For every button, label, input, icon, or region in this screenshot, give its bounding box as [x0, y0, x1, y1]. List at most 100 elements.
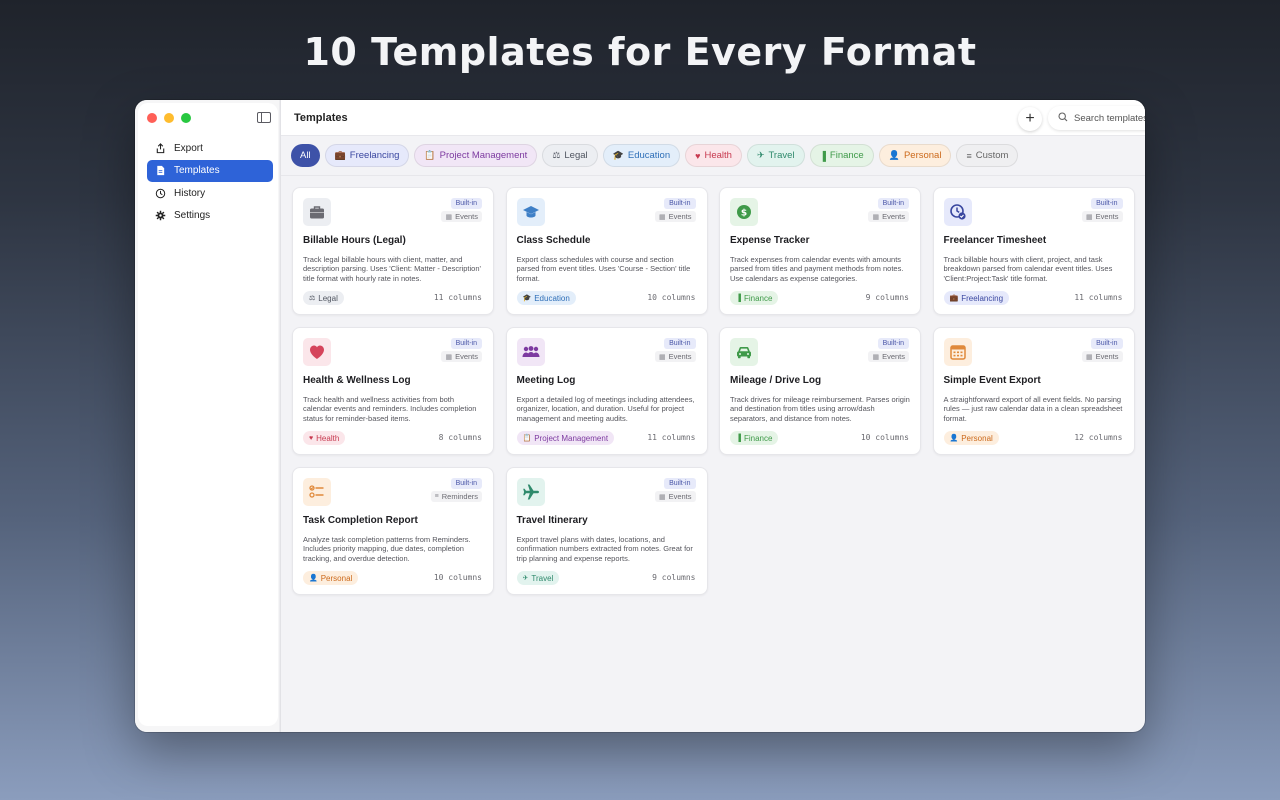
source-badge: ▦ Events: [441, 211, 482, 222]
filter-label: Personal: [903, 150, 942, 161]
card-title: Expense Tracker: [730, 235, 810, 246]
filter-chip-project-management[interactable]: 📋 Project Management: [414, 144, 538, 167]
sidebar-nav: Export Templates History Settings: [147, 137, 273, 227]
filter-icon: 👤: [888, 150, 900, 160]
column-count: 11 columns: [647, 433, 696, 442]
tag-label: Finance: [743, 293, 773, 303]
filter-chip-education[interactable]: 🎓 Education: [602, 144, 681, 167]
filter-label: Custom: [975, 150, 1009, 161]
category-tag: ✈ Travel: [516, 571, 560, 585]
filter-chip-legal[interactable]: ⚖ Legal: [542, 144, 598, 167]
close-window-button[interactable]: [147, 113, 157, 123]
filter-chip-freelancing[interactable]: 💼 Freelancing: [324, 144, 410, 167]
filter-chip-all[interactable]: All: [291, 144, 320, 167]
tag-icon: ▐: [736, 294, 741, 302]
sidebar-item-settings[interactable]: Settings: [147, 205, 273, 227]
search-input[interactable]: [1074, 112, 1145, 124]
filter-label: Freelancing: [349, 150, 400, 161]
minimize-window-button[interactable]: [164, 113, 174, 123]
card-description: Export travel plans with dates, location…: [516, 535, 693, 563]
column-count: 8 columns: [438, 433, 482, 442]
calendar-small-icon: ▦: [445, 213, 453, 221]
calendar-small-icon: ▦: [872, 213, 880, 221]
source-badge: ▦ Events: [654, 211, 696, 222]
template-card[interactable]: Built-in ▦ Events Mileage / Drive Log Track …: [719, 327, 921, 455]
filter-chip-health[interactable]: ♥ Health: [685, 144, 742, 167]
template-card[interactable]: Built-in ▦ Events Health & Wellness Log Trac…: [292, 327, 494, 455]
category-tag: ♥ Health: [303, 431, 346, 445]
template-card[interactable]: Built-in ▦ Events Freelancer Timesheet Track…: [932, 187, 1135, 315]
calendar-small-icon: ▦: [1085, 213, 1093, 221]
sidebar-item-label: Export: [174, 142, 203, 154]
template-grid: Built-in ▦ Events Billable Hours (Legal) Tra…: [292, 187, 1135, 595]
column-count: 9 columns: [652, 573, 696, 582]
sidebar-item-export[interactable]: Export: [147, 137, 273, 159]
tag-label: Project Management: [534, 433, 609, 443]
filter-label: All: [300, 150, 311, 161]
category-tag: 👤 Personal: [303, 571, 359, 585]
source-badge: ▦ Events: [868, 351, 909, 362]
filter-icon: ♥: [695, 150, 701, 161]
category-tag: 👤 Personal: [943, 431, 999, 445]
category-tag: 📋 Project Management: [516, 431, 615, 445]
category-tag: ▐ Finance: [730, 431, 779, 445]
category-tag: 💼 Freelancing: [943, 291, 1010, 305]
template-card[interactable]: Built-in ▦ Events Simple Event Export A stra…: [932, 327, 1135, 455]
tag-icon: 👤: [949, 435, 959, 442]
filter-label: Finance: [829, 150, 864, 161]
built-in-badge: Built-in: [1091, 198, 1123, 209]
source-badge: ▦ Events: [441, 351, 482, 362]
app-window: Export Templates History Settings Templa…: [135, 100, 1145, 732]
column-count: 12 columns: [1074, 433, 1123, 442]
template-card[interactable]: Built-in ▦ Events Meeting Log Export a detai…: [505, 327, 708, 455]
sidebar-toggle-icon[interactable]: [257, 112, 271, 123]
card-description: Export a detailed log of meetings includ…: [516, 395, 695, 423]
category-tag: ▐ Finance: [730, 291, 779, 305]
filter-chip-custom[interactable]: ≡ Custom: [956, 144, 1019, 167]
built-in-badge: Built-in: [664, 338, 696, 349]
card-title: Health & Wellness Log: [303, 375, 411, 386]
filter-icon: ⚖: [552, 150, 561, 160]
sidebar-item-history[interactable]: History: [147, 182, 273, 204]
template-card[interactable]: Built-in ▦ Events Billable Hours (Legal) Tra…: [292, 187, 494, 315]
calendar-small-icon: ▦: [658, 353, 666, 361]
filter-icon: ▐: [819, 150, 826, 161]
template-card[interactable]: $ Built-in ▦ Events Expense Tracker Track exp…: [719, 187, 921, 315]
template-card[interactable]: Built-in ≡ Reminders Task Completion Report…: [292, 467, 494, 595]
sidebar-item-label: Templates: [174, 165, 220, 176]
filter-chip-travel[interactable]: ✈ Travel: [746, 144, 805, 167]
source-badge: ▦ Events: [868, 211, 909, 222]
sidebar-item-templates[interactable]: Templates: [147, 159, 273, 182]
source-badge: ▦ Events: [1081, 351, 1123, 362]
template-card[interactable]: Built-in ▦ Events Travel Itinerary Export tr…: [505, 467, 708, 595]
source-label: Events: [882, 352, 905, 361]
source-label: Events: [455, 352, 478, 361]
card-title: Class Schedule: [516, 235, 591, 246]
card-description: Track health and wellness activities fro…: [303, 395, 477, 423]
filter-icon: 🎓: [612, 150, 624, 160]
briefcase-icon: [303, 198, 331, 226]
card-description: Track billable hours with client, projec…: [943, 255, 1113, 283]
column-count: 10 columns: [860, 433, 909, 442]
main-content: Templates + All💼Freelancing📋Project Mana…: [281, 100, 1145, 732]
built-in-badge: Built-in: [877, 198, 909, 209]
filter-chip-finance[interactable]: ▐ Finance: [809, 144, 874, 167]
calendar-small-icon: ▦: [445, 353, 453, 361]
filter-label: Travel: [768, 150, 795, 161]
source-label: Reminders: [441, 492, 478, 501]
filter-chip-personal[interactable]: 👤 Personal: [878, 144, 952, 167]
filter-icon: 📋: [424, 150, 436, 160]
card-title: Mileage / Drive Log: [730, 375, 822, 386]
tag-icon: ⚖: [309, 295, 316, 302]
people-icon: [516, 338, 545, 366]
tag-label: Travel: [531, 573, 554, 583]
divider: [281, 175, 1145, 176]
add-template-button[interactable]: +: [1018, 107, 1042, 131]
search-field[interactable]: [1048, 106, 1145, 130]
category-tag: ⚖ Legal: [303, 291, 344, 305]
share-icon: [155, 142, 166, 154]
zoom-window-button[interactable]: [181, 113, 191, 123]
airplane-icon: [516, 478, 545, 506]
source-badge: ▦ Events: [1081, 211, 1123, 222]
template-card[interactable]: Built-in ▦ Events Class Schedule Export clas…: [505, 187, 708, 315]
